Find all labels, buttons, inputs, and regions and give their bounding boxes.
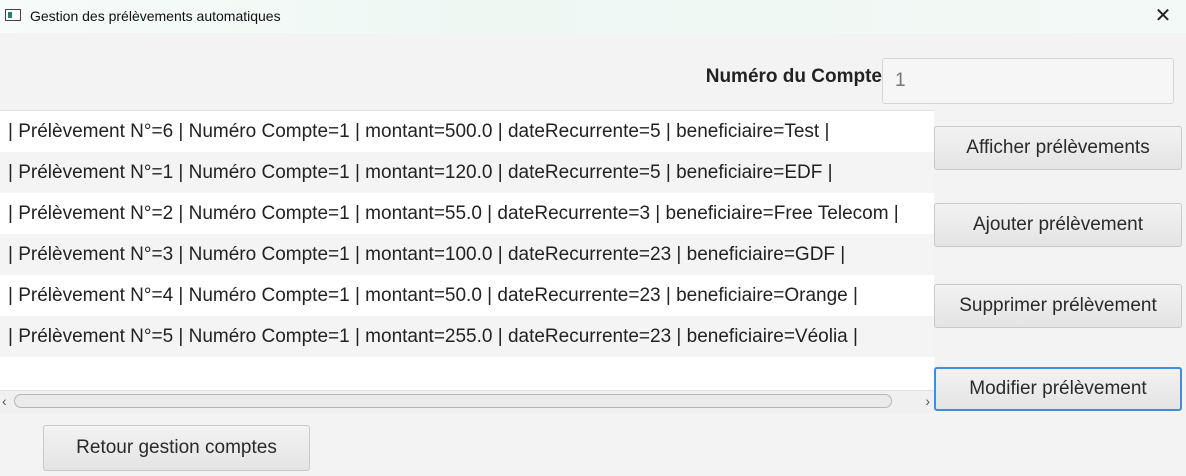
- list-item[interactable]: | Prélèvement N°=6 | Numéro Compte=1 | m…: [0, 111, 934, 152]
- account-number-input[interactable]: [882, 58, 1174, 104]
- ajouter-prelevement-button[interactable]: Ajouter prélèvement: [934, 203, 1182, 247]
- scroll-right-icon[interactable]: ›: [925, 393, 930, 409]
- afficher-prelevements-button[interactable]: Afficher prélèvements: [934, 126, 1182, 170]
- scroll-left-icon[interactable]: ‹: [2, 393, 7, 409]
- window-title: Gestion des prélèvements automatiques: [30, 8, 281, 24]
- list-item[interactable]: | Prélèvement N°=2 | Numéro Compte=1 | m…: [0, 193, 934, 234]
- list-item[interactable]: | Prélèvement N°=1 | Numéro Compte=1 | m…: [0, 152, 934, 193]
- app-icon: [5, 9, 21, 21]
- list-item[interactable]: | Prélèvement N°=5 | Numéro Compte=1 | m…: [0, 316, 934, 357]
- retour-gestion-comptes-button[interactable]: Retour gestion comptes: [43, 425, 310, 471]
- prelevements-list[interactable]: | Prélèvement N°=6 | Numéro Compte=1 | m…: [0, 110, 934, 413]
- supprimer-prelevement-button[interactable]: Supprimer prélèvement: [934, 284, 1182, 328]
- scrollbar-thumb[interactable]: [14, 394, 892, 408]
- title-bar: Gestion des prélèvements automatiques ✕: [0, 0, 1186, 33]
- account-number-label: Numéro du Compte: [705, 66, 882, 87]
- list-item[interactable]: | Prélèvement N°=4 | Numéro Compte=1 | m…: [0, 275, 934, 316]
- modifier-prelevement-button[interactable]: Modifier prélèvement: [934, 367, 1182, 411]
- horizontal-scrollbar[interactable]: ‹ ›: [0, 390, 934, 413]
- close-icon[interactable]: ✕: [1150, 3, 1176, 29]
- list-item[interactable]: | Prélèvement N°=3 | Numéro Compte=1 | m…: [0, 234, 934, 275]
